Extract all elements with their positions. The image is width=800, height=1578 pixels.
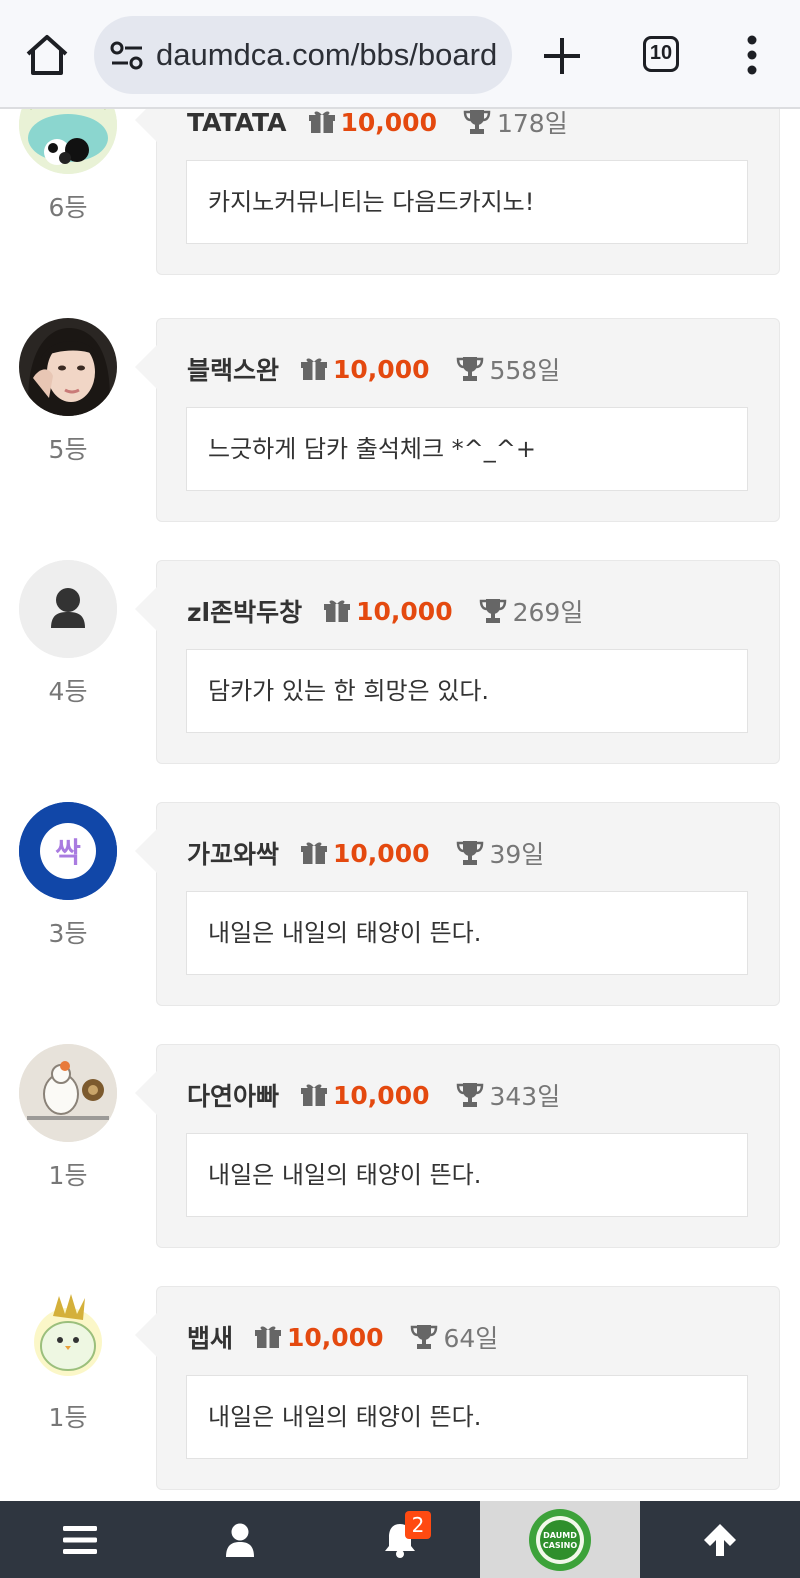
comment-message: 내일은 내일의 태양이 뜬다.: [186, 1375, 748, 1459]
site-settings-icon[interactable]: [110, 41, 144, 71]
gift-icon: [301, 1084, 328, 1106]
point-amount: 10,000: [333, 838, 430, 868]
avatar[interactable]: [19, 1044, 117, 1142]
trophy-icon: [410, 1325, 437, 1349]
comment-message: 카지노커뮤니티는 다음드카지노!: [186, 160, 748, 244]
nav-notifications-button[interactable]: 2: [320, 1501, 480, 1578]
home-icon[interactable]: [22, 32, 72, 78]
avatar[interactable]: [19, 318, 117, 416]
list-item: 5등 블랙스완 10,000 558일 느긋하게 담카 출석체크 *^_^+: [0, 318, 800, 523]
comment-message: 내일은 내일의 태양이 뜬다.: [186, 1133, 748, 1217]
gift-icon: [324, 600, 351, 622]
menu-icon: [63, 1525, 97, 1554]
rank-label: 1등: [48, 1403, 88, 1432]
svg-text:싹: 싹: [55, 836, 81, 869]
nickname[interactable]: 가꼬와싹: [187, 835, 279, 871]
default-user-icon: [19, 560, 117, 658]
woman-photo-avatar-image: [19, 318, 117, 416]
gift-icon: [301, 842, 328, 864]
point-amount: 10,000: [333, 354, 430, 384]
comment-card: zl존박두창 10,000 269일 담카가 있는 한 희망은 있다.: [135, 560, 780, 764]
nav-user-button[interactable]: [160, 1501, 320, 1578]
attendance-days: 343일: [489, 1082, 561, 1111]
point-amount: 10,000: [287, 1322, 384, 1352]
comment-meta: 블랙스완 10,000 558일: [187, 349, 560, 389]
svg-text:CASINO: CASINO: [543, 1541, 577, 1550]
arrow-up-icon: [704, 1523, 736, 1556]
list-item: 4등 zl존박두창 10,000 269일 담카가 있는 한 희망은 있다.: [0, 560, 800, 765]
nickname[interactable]: 다연아빠: [187, 1077, 279, 1113]
avatar[interactable]: 싹: [19, 802, 117, 900]
new-tab-icon[interactable]: [540, 34, 584, 78]
scroll-top-button[interactable]: [640, 1501, 800, 1578]
rank-label: 3등: [48, 919, 88, 948]
svg-text:DAUMD: DAUMD: [543, 1531, 577, 1540]
gift-icon: [255, 1326, 282, 1348]
rank-label: 1등: [48, 1161, 88, 1190]
attendance-days: 64일: [443, 1324, 499, 1353]
notification-badge: 2: [405, 1511, 431, 1539]
comment-card: 가꼬와싹 10,000 39일 내일은 내일의 태양이 뜬다.: [135, 802, 780, 1006]
user-icon: [226, 1523, 254, 1557]
nav-menu-button[interactable]: [0, 1501, 160, 1578]
comment-message: 느긋하게 담카 출석체크 *^_^+: [186, 407, 748, 491]
trophy-icon: [456, 1083, 483, 1107]
point-amount: 10,000: [340, 107, 437, 137]
nickname[interactable]: zl존박두창: [187, 593, 302, 629]
comment-card: 뱁새 10,000 64일 내일은 내일의 태양이 뜬다.: [135, 1286, 780, 1490]
comment-meta: 뱁새 10,000 64일: [187, 1317, 498, 1357]
point-amount: 10,000: [333, 1080, 430, 1110]
nickname[interactable]: TATATA: [187, 108, 287, 137]
list-item: 싹 3등 가꼬와싹 10,000 39일 내일은 내일의 태양이 뜬다.: [0, 802, 800, 1007]
browser-toolbar: daumdca.com/bbs/board 10: [0, 0, 800, 109]
trophy-icon: [479, 599, 506, 623]
attendance-days: 269일: [512, 598, 584, 627]
avatar[interactable]: [19, 560, 117, 658]
gift-icon: [308, 111, 335, 133]
bird-avatar-image: [19, 1286, 117, 1384]
address-bar[interactable]: daumdca.com/bbs/board: [94, 16, 512, 94]
comment-card: 다연아빠 10,000 343일 내일은 내일의 태양이 뜬다.: [135, 1044, 780, 1248]
ssak-avatar-image: 싹: [19, 802, 117, 900]
list-item: 1등 뱁새 10,000 64일 내일은 내일의 태양이 뜬다.: [0, 1286, 800, 1491]
attendance-days: 558일: [489, 356, 561, 385]
comment-meta: 다연아빠 10,000 343일: [187, 1075, 560, 1115]
comment-meta: 가꼬와싹 10,000 39일: [187, 833, 544, 873]
attendance-days: 39일: [489, 840, 545, 869]
hamster-sketch-avatar-image: [19, 1044, 117, 1142]
attendance-days: 178일: [496, 109, 568, 138]
gift-icon: [301, 358, 328, 380]
avatar[interactable]: [19, 1286, 117, 1384]
more-menu-icon[interactable]: [742, 34, 762, 76]
comment-card: 블랙스완 10,000 558일 느긋하게 담카 출석체크 *^_^+: [135, 318, 780, 522]
nav-home-logo[interactable]: DAUMD CASINO: [480, 1501, 640, 1578]
nickname[interactable]: 블랙스완: [187, 351, 279, 387]
trophy-icon: [456, 841, 483, 865]
attendance-list: 6등 TATATA 10,000 178일 카지노커뮤니티는 다음드카지노! 5…: [0, 0, 800, 1500]
url-text[interactable]: daumdca.com/bbs/board: [156, 35, 506, 75]
comment-meta: zl존박두창 10,000 269일: [187, 591, 583, 631]
rank-label: 6등: [48, 193, 88, 222]
rank-label: 5등: [48, 435, 88, 464]
comment-message: 내일은 내일의 태양이 뜬다.: [186, 891, 748, 975]
trophy-icon: [463, 110, 491, 134]
daumd-casino-logo: DAUMD CASINO: [529, 1508, 591, 1571]
rank-label: 4등: [48, 677, 88, 706]
list-item: 1등 다연아빠 10,000 343일 내일은 내일의 태양이 뜬다.: [0, 1044, 800, 1249]
tab-switcher-button[interactable]: 10: [643, 36, 679, 72]
comment-message: 담카가 있는 한 희망은 있다.: [186, 649, 748, 733]
point-amount: 10,000: [356, 596, 453, 626]
trophy-icon: [456, 357, 483, 381]
bottom-nav: 2 DAUMD CASINO: [0, 1501, 800, 1578]
nickname[interactable]: 뱁새: [187, 1319, 233, 1355]
